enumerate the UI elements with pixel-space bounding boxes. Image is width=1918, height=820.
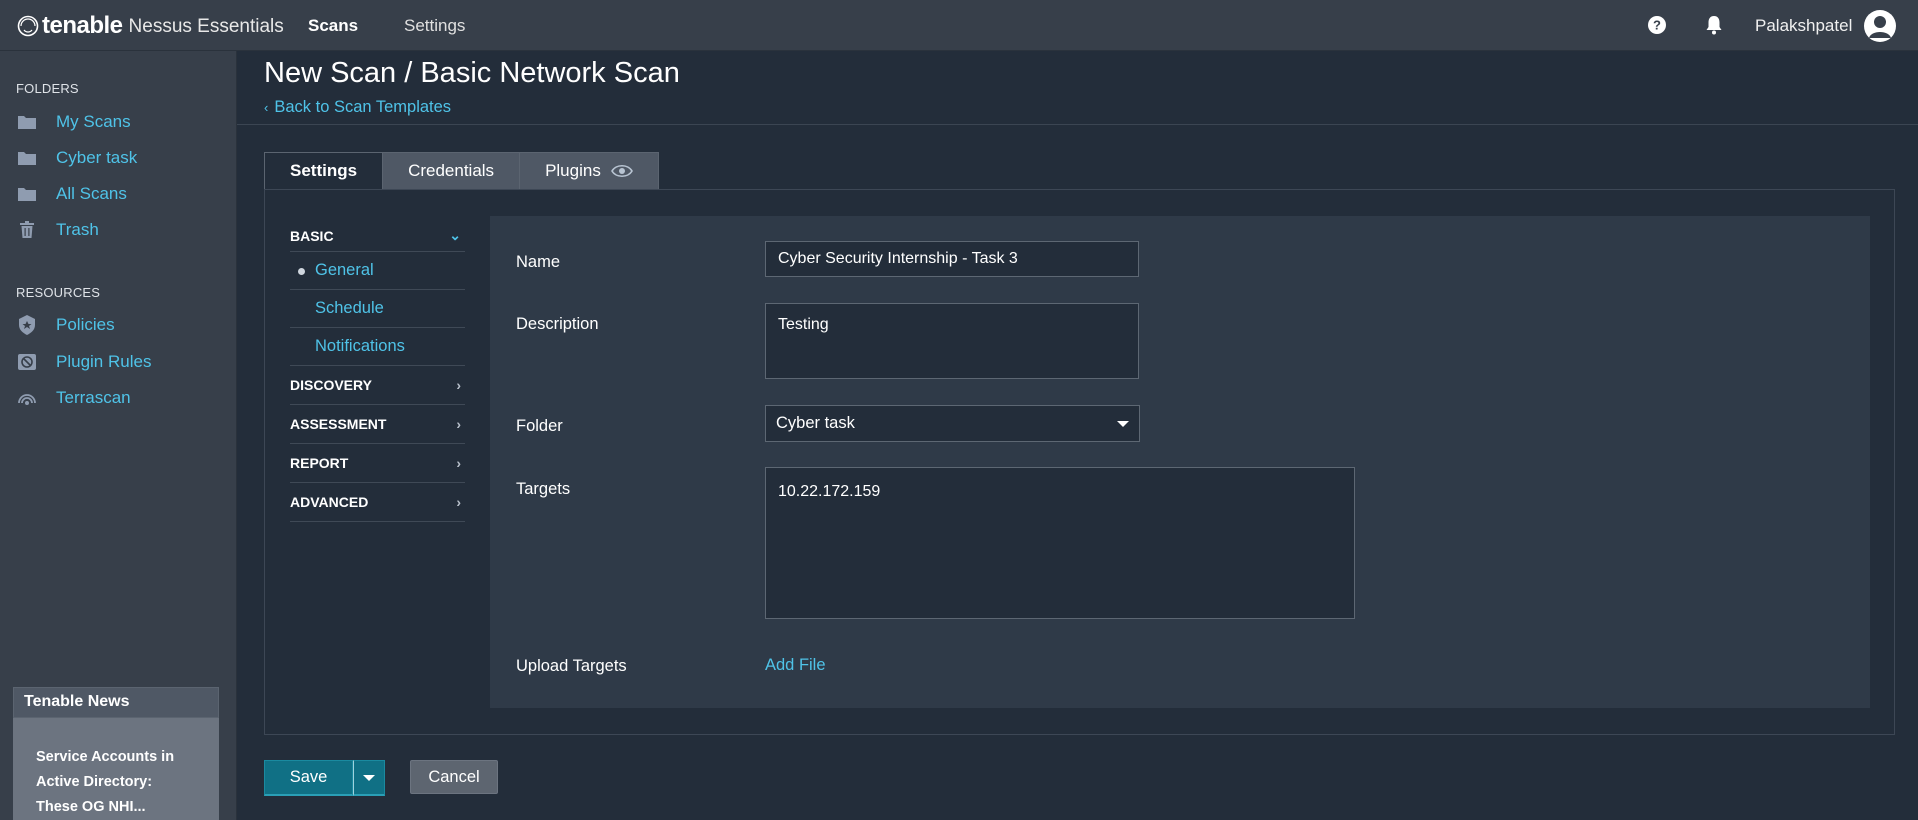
upload-targets-label: Upload Targets xyxy=(516,657,627,675)
tab-label: Settings xyxy=(290,161,358,180)
tab-label: Credentials xyxy=(408,161,495,180)
terrascan-icon xyxy=(16,388,38,408)
section-advanced[interactable]: ADVANCED › xyxy=(290,483,465,522)
section-discovery[interactable]: DISCOVERY › xyxy=(290,366,465,405)
page-title: New Scan / Basic Network Scan xyxy=(264,57,680,89)
product-name: Nessus Essentials xyxy=(128,16,284,37)
top-bar: tenable Nessus Essentials Scans Settings… xyxy=(0,0,1918,51)
news-heading: Tenable News xyxy=(13,687,219,718)
chevron-right-icon: › xyxy=(456,377,461,393)
tenable-logo-icon xyxy=(16,14,40,38)
chevron-right-icon: › xyxy=(456,416,461,432)
folders-heading: FOLDERS xyxy=(16,81,79,96)
svg-text:?: ? xyxy=(1653,18,1661,33)
sidebar-item-label: All Scans xyxy=(56,184,127,203)
sidebar-item-cyber-task[interactable]: Cyber task xyxy=(16,147,137,169)
chevron-left-icon: ‹ xyxy=(264,100,269,115)
nav-item-notifications[interactable]: Notifications xyxy=(290,328,465,366)
nav-item-general[interactable]: General xyxy=(290,252,465,290)
shield-icon xyxy=(16,315,38,335)
brand-name: tenable xyxy=(42,12,123,39)
chevron-down-icon xyxy=(363,774,375,781)
nav-item-label: Schedule xyxy=(315,299,384,317)
folder-label: Folder xyxy=(516,417,563,435)
folder-selected-value: Cyber task xyxy=(776,414,855,432)
chevron-right-icon: › xyxy=(456,494,461,510)
section-label: BASIC xyxy=(290,227,334,244)
nav-settings[interactable]: Settings xyxy=(404,0,465,51)
add-file-link[interactable]: Add File xyxy=(765,656,826,675)
tenable-logo[interactable]: tenable Nessus Essentials xyxy=(16,10,284,42)
tab-credentials[interactable]: Credentials xyxy=(382,152,521,190)
targets-label: Targets xyxy=(516,480,571,498)
general-settings-form: Name Description Testing Folder Cyber ta… xyxy=(490,216,1870,708)
folder-icon xyxy=(16,112,38,132)
username[interactable]: Palakshpatel xyxy=(1755,0,1852,51)
sidebar-item-all-scans[interactable]: All Scans xyxy=(16,183,127,205)
description-label: Description xyxy=(516,315,599,333)
chevron-down-icon xyxy=(1117,420,1129,427)
save-button[interactable]: Save xyxy=(264,760,353,796)
selected-dot-icon xyxy=(298,268,305,275)
nav-scans[interactable]: Scans xyxy=(308,0,358,51)
tenable-news-widget: Tenable News Service Accounts in Active … xyxy=(13,687,219,820)
name-field[interactable] xyxy=(765,241,1139,277)
back-link-label: Back to Scan Templates xyxy=(274,98,452,116)
bell-icon[interactable] xyxy=(1703,14,1725,36)
settings-left-nav: BASIC ⌄ General Schedule Notifications D… xyxy=(290,220,465,522)
nav-item-schedule[interactable]: Schedule xyxy=(290,290,465,328)
sidebar-item-label: My Scans xyxy=(56,112,131,131)
section-assessment[interactable]: ASSESSMENT › xyxy=(290,405,465,444)
sidebar-item-policies[interactable]: Policies xyxy=(16,314,115,336)
sidebar-item-trash[interactable]: Trash xyxy=(16,219,99,241)
tab-bar: Settings Credentials Plugins xyxy=(264,152,659,190)
section-label: DISCOVERY xyxy=(290,377,372,393)
resources-heading: RESOURCES xyxy=(16,285,101,300)
sidebar-item-plugin-rules[interactable]: Plugin Rules xyxy=(16,351,151,373)
sidebar-item-label: Terrascan xyxy=(56,388,131,407)
tab-plugins[interactable]: Plugins xyxy=(519,152,659,190)
name-label: Name xyxy=(516,253,561,271)
tab-label: Plugins xyxy=(545,161,601,180)
news-line: These OG NHI... xyxy=(36,799,146,815)
chevron-right-icon: › xyxy=(456,455,461,471)
cancel-button[interactable]: Cancel xyxy=(410,760,498,794)
section-label: REPORT xyxy=(290,455,349,471)
back-to-templates-link[interactable]: ‹ Back to Scan Templates xyxy=(264,98,451,117)
user-avatar-icon[interactable] xyxy=(1864,10,1896,42)
section-label: ADVANCED xyxy=(290,494,369,510)
eye-icon xyxy=(610,164,633,178)
tab-settings[interactable]: Settings xyxy=(264,152,384,190)
save-options-dropdown[interactable] xyxy=(353,760,385,796)
sidebar-item-label: Trash xyxy=(56,220,99,239)
folder-icon xyxy=(16,148,38,168)
news-article[interactable]: Service Accounts in Active Directory: Th… xyxy=(13,718,219,820)
folder-select[interactable]: Cyber task xyxy=(765,405,1140,442)
sidebar-item-terrascan[interactable]: Terrascan xyxy=(16,387,131,409)
help-icon[interactable]: ? xyxy=(1646,14,1668,36)
sidebar-item-label: Plugin Rules xyxy=(56,352,152,371)
folder-icon xyxy=(16,184,38,204)
nav-item-label: General xyxy=(315,261,374,279)
section-basic[interactable]: BASIC ⌄ xyxy=(290,220,465,252)
trash-icon xyxy=(16,220,38,240)
targets-field[interactable]: 10.22.172.159 xyxy=(765,467,1355,619)
news-line: Service Accounts in xyxy=(36,749,175,765)
section-report[interactable]: REPORT › xyxy=(290,444,465,483)
plugin-rules-icon xyxy=(16,352,38,372)
divider xyxy=(237,124,1918,125)
description-field[interactable]: Testing xyxy=(765,303,1139,379)
section-label: ASSESSMENT xyxy=(290,416,387,432)
chevron-down-icon: ⌄ xyxy=(449,227,461,243)
sidebar-item-label: Policies xyxy=(56,315,115,334)
news-line: Active Directory: xyxy=(36,774,153,790)
nav-item-label: Notifications xyxy=(315,337,405,355)
sidebar-item-my-scans[interactable]: My Scans xyxy=(16,111,131,133)
sidebar-item-label: Cyber task xyxy=(56,148,138,167)
